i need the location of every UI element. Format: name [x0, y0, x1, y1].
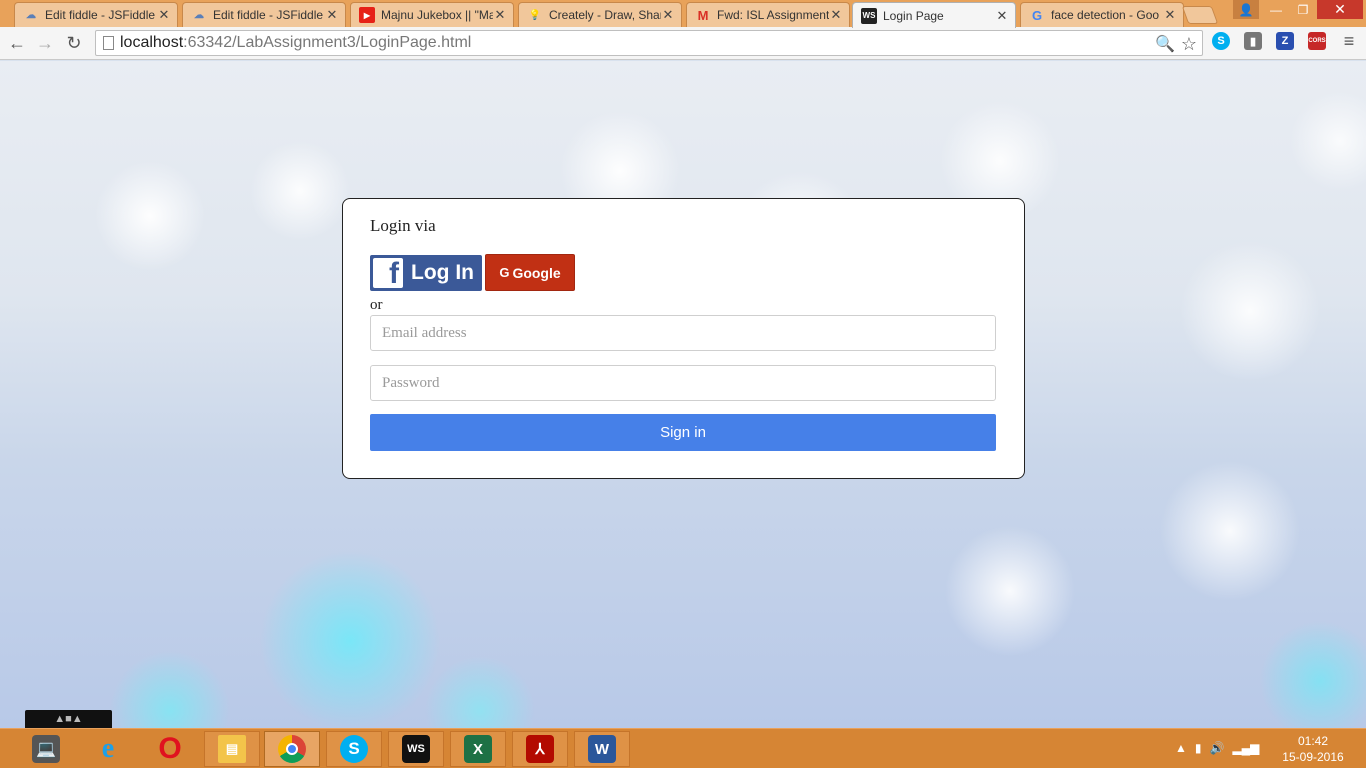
google-login-label: Google [512, 264, 561, 281]
reload-icon[interactable]: ↻ [62, 32, 86, 54]
close-icon[interactable]: ✕ [325, 7, 339, 23]
email-field[interactable] [370, 315, 996, 351]
facebook-login-button[interactable]: f Log In [370, 255, 482, 291]
sign-in-button[interactable]: Sign in [370, 414, 996, 451]
google-login-button[interactable]: G Google [485, 254, 575, 291]
volume-icon[interactable]: 🔊 [1210, 741, 1225, 755]
tab-youtube[interactable]: ▶ Majnu Jukebox || "Ma ✕ [350, 2, 514, 27]
tab-title: Fwd: ISL Assignment [717, 8, 829, 22]
login-card: Login via f Log In G Google or Sign in [342, 198, 1025, 479]
ie-icon[interactable]: e [80, 731, 136, 767]
acrobat-icon[interactable]: ⅄ [512, 731, 568, 767]
close-icon[interactable]: ✕ [157, 7, 171, 23]
facebook-icon: f [373, 258, 403, 288]
minimize-icon[interactable]: — [1263, 0, 1289, 19]
z-icon[interactable]: Z [1276, 32, 1294, 50]
page-viewport: Login via f Log In G Google or Sign in ▲… [0, 61, 1366, 728]
close-icon[interactable]: ✕ [995, 8, 1009, 24]
skype-icon[interactable]: S [1212, 32, 1230, 50]
forward-icon[interactable]: → [33, 32, 57, 54]
tab-gmail[interactable]: M Fwd: ISL Assignment ✕ [686, 2, 850, 27]
cors-icon[interactable]: CORS [1308, 32, 1326, 50]
page-icon [103, 36, 114, 50]
close-icon[interactable]: ✕ [1163, 7, 1177, 23]
opera-icon[interactable]: O [142, 731, 198, 767]
facebook-login-label: Log In [411, 261, 474, 284]
tab-title: Login Page [883, 8, 944, 23]
close-icon[interactable]: ✕ [829, 7, 843, 23]
tab-title: face detection - Goo [1051, 8, 1160, 22]
tab-title: Edit fiddle - JSFiddle [213, 8, 324, 22]
overlay-widget[interactable]: ▲■▲ [25, 710, 112, 728]
google-icon: G [1031, 7, 1043, 23]
gmail-icon: M [697, 7, 709, 23]
cors-label: CORS [1308, 38, 1326, 44]
search-icon[interactable]: 🔍 [1155, 35, 1175, 53]
clock[interactable]: 01:42 15-09-2016 [1278, 733, 1348, 765]
bulb-icon: 💡 [528, 9, 542, 21]
computer-icon[interactable]: 💻 [18, 731, 74, 767]
close-icon[interactable]: ✕ [493, 7, 507, 23]
taskbar: 💻 e O ▤ S WS X ⅄ W ▲ ▮ 🔊 ▂▄▆ 01:42 15-09… [0, 728, 1366, 768]
shield-icon[interactable]: ▮ [1244, 32, 1262, 50]
clock-date: 15-09-2016 [1282, 750, 1344, 764]
file-explorer-icon[interactable]: ▤ [204, 731, 260, 767]
tab-jsfiddle-1[interactable]: ☁ Edit fiddle - JSFiddle ✕ [14, 2, 178, 27]
cloud-icon: ☁ [194, 9, 204, 21]
excel-icon[interactable]: X [450, 731, 506, 767]
user-profile-icon[interactable]: 👤 [1233, 0, 1259, 19]
cloud-icon: ☁ [26, 9, 36, 21]
webstorm-label: WS [407, 743, 425, 755]
login-heading: Login via [370, 216, 436, 235]
system-tray: ▲ ▮ 🔊 ▂▄▆ [1175, 741, 1259, 755]
google-icon: G [499, 265, 510, 280]
tab-title: Creately - Draw, Shar [549, 8, 661, 22]
menu-icon[interactable]: ≡ [1340, 31, 1358, 51]
youtube-icon: ▶ [359, 7, 375, 23]
address-host: localhost [120, 34, 184, 51]
webstorm-icon: WS [861, 7, 877, 24]
skype-icon[interactable]: S [326, 731, 382, 767]
address-path: :63342/LabAssignment3/LoginPage.html [183, 34, 472, 51]
close-icon[interactable]: ✕ [661, 7, 675, 23]
tab-google-search[interactable]: G face detection - Goo ✕ [1020, 2, 1184, 27]
password-field[interactable] [370, 365, 996, 401]
tab-creately[interactable]: 💡 Creately - Draw, Shar ✕ [518, 2, 682, 27]
back-icon[interactable]: ← [5, 32, 29, 54]
or-divider-text: or [370, 297, 383, 313]
maximize-icon[interactable]: ❐ [1290, 0, 1316, 19]
chevron-up-icon[interactable]: ▲ [1175, 741, 1187, 755]
battery-icon[interactable]: ▮ [1195, 741, 1202, 755]
star-icon[interactable]: ☆ [1180, 34, 1198, 54]
webstorm-icon[interactable]: WS [388, 731, 444, 767]
word-icon[interactable]: W [574, 731, 630, 767]
browser-toolbar: ← → ↻ localhost:63342/LabAssignment3/Log… [0, 27, 1366, 60]
window-close-icon[interactable]: ✕ [1317, 0, 1363, 19]
tab-title: Majnu Jukebox || "Ma [381, 8, 493, 22]
new-tab-button[interactable] [1181, 6, 1219, 24]
signal-icon[interactable]: ▂▄▆ [1232, 741, 1259, 755]
tab-jsfiddle-2[interactable]: ☁ Edit fiddle - JSFiddle ✕ [182, 2, 346, 27]
z-label: Z [1281, 35, 1289, 47]
clock-time: 01:42 [1297, 734, 1329, 748]
address-bar[interactable]: localhost:63342/LabAssignment3/LoginPage… [95, 30, 1203, 56]
tab-login-page[interactable]: WS Login Page ✕ [852, 2, 1016, 28]
tab-title: Edit fiddle - JSFiddle [45, 8, 156, 22]
browser-tab-strip: ☁ Edit fiddle - JSFiddle ✕ ☁ Edit fiddle… [0, 0, 1366, 28]
chrome-icon[interactable] [264, 731, 320, 767]
